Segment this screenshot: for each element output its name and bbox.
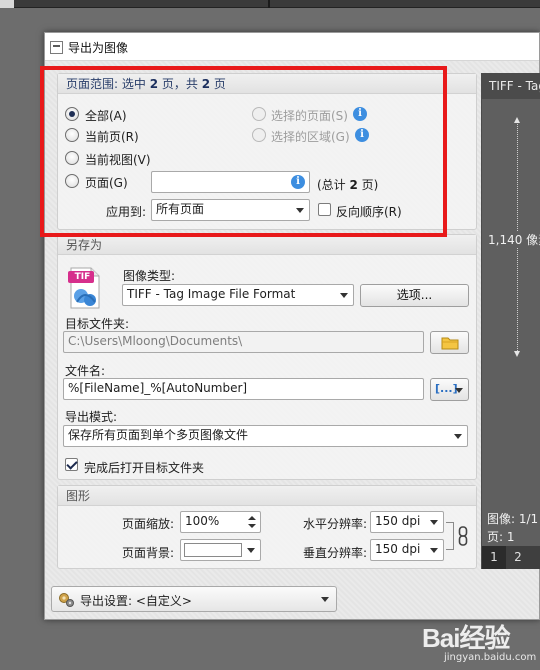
gear-icon xyxy=(57,591,75,609)
annotation-highlight xyxy=(40,66,447,237)
options-button[interactable]: 选项... xyxy=(360,284,469,307)
preview-panel: TIFF - Tag 1,140 像素 图像: 1/1 页: 1 1 2 xyxy=(481,73,540,569)
filename-input[interactable]: %[FileName]_%[AutoNumber] xyxy=(63,378,424,400)
arrow-down-icon xyxy=(514,351,520,357)
watermark: Bai经验 jingyan.baidu.com xyxy=(412,618,540,670)
open-folder-checkbox[interactable] xyxy=(65,458,78,471)
export-mode-select[interactable]: 保存所有页面到单个多页图像文件 xyxy=(63,425,468,447)
background-label: 页面背景: xyxy=(122,546,175,560)
watermark-brand: Bai经验 xyxy=(422,623,510,653)
export-settings-select[interactable]: 导出设置: <自定义> xyxy=(51,586,337,612)
preview-page-tabs: 1 2 xyxy=(482,546,540,569)
zoom-stepper[interactable]: 100% xyxy=(180,511,261,533)
toolbar-divider xyxy=(268,0,270,8)
preview-header: TIFF - Tag xyxy=(482,73,540,99)
chevron-down-icon xyxy=(430,520,438,525)
watermark-url: jingyan.baidu.com xyxy=(444,652,537,663)
image-type-label: 图像类型: xyxy=(123,269,176,283)
chevron-down-icon xyxy=(321,597,329,602)
chevron-down-icon xyxy=(455,388,463,393)
arrow-up-icon xyxy=(514,117,520,123)
title-bar[interactable]: 导出为图像 xyxy=(45,33,539,61)
background-app-toolbar xyxy=(0,0,540,8)
export-settings-label: 导出设置: <自定义> xyxy=(80,594,192,608)
chevron-down-icon xyxy=(430,548,438,553)
filename-macro-button[interactable]: [...] xyxy=(430,378,469,401)
v-dpi-label: 垂直分辨率: xyxy=(303,546,368,560)
export-mode-label: 导出模式: xyxy=(65,410,118,424)
preview-size: 1,140 像素 xyxy=(487,231,540,248)
folder-icon xyxy=(441,337,458,350)
dpi-link-bracket xyxy=(446,522,454,550)
h-dpi-value: 150 dpi xyxy=(375,514,421,528)
filename-label: 文件名: xyxy=(65,364,106,378)
chevron-down-icon xyxy=(247,548,255,553)
page-tab-1[interactable]: 1 xyxy=(482,546,506,569)
v-dpi-value: 150 dpi xyxy=(375,542,421,556)
background-color-picker[interactable] xyxy=(180,539,261,561)
dialog-title: 导出为图像 xyxy=(68,41,129,55)
spin-up-icon[interactable] xyxy=(248,516,256,520)
chevron-down-icon xyxy=(454,434,462,439)
save-as-header: 另存为 xyxy=(58,235,476,255)
image-type-select[interactable]: TIFF - Tag Image File Format xyxy=(122,284,354,306)
chain-link-icon[interactable] xyxy=(458,526,468,546)
target-folder-label: 目标文件夹: xyxy=(65,317,130,331)
target-folder-input[interactable]: C:\Users\Mloong\Documents\ xyxy=(63,331,424,353)
spin-down-icon[interactable] xyxy=(248,524,256,528)
tiff-file-icon: TIF xyxy=(67,266,103,310)
chevron-down-icon xyxy=(340,293,348,298)
v-dpi-select[interactable]: 150 dpi xyxy=(370,539,444,561)
zoom-value: 100% xyxy=(185,514,220,528)
export-mode-value: 保存所有页面到单个多页图像文件 xyxy=(68,428,249,442)
app-icon xyxy=(50,41,63,54)
page-tab-2[interactable]: 2 xyxy=(506,546,530,569)
file-icon-text: TIF xyxy=(74,272,91,282)
preview-page-info: 页: 1 xyxy=(487,530,515,544)
zoom-label: 页面缩放: xyxy=(122,517,175,531)
open-folder-label[interactable]: 完成后打开目标文件夹 xyxy=(84,459,204,476)
h-dpi-label: 水平分辨率: xyxy=(303,517,368,531)
browse-folder-button[interactable] xyxy=(430,331,469,354)
color-swatch xyxy=(184,543,242,557)
toolbar-segment xyxy=(0,0,14,8)
image-type-value: TIFF - Tag Image File Format xyxy=(127,287,296,301)
preview-image-info: 图像: 1/1 xyxy=(487,512,539,526)
graphics-header: 图形 xyxy=(58,486,476,506)
h-dpi-select[interactable]: 150 dpi xyxy=(370,511,444,533)
